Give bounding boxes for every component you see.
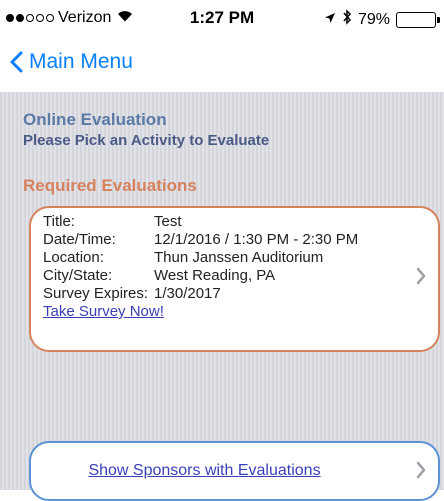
title-value: Test: [154, 213, 182, 230]
chevron-right-icon: [416, 459, 426, 485]
citystate-label: City/State:: [43, 267, 113, 284]
datetime-value: 12/1/2016 / 1:30 PM - 2:30 PM: [154, 231, 359, 248]
expires-label: Survey Expires:: [43, 285, 149, 302]
evaluation-details: Title: Test Date/Time: 12/1/2016 / 1:30 …: [43, 213, 358, 321]
title-label: Title:: [43, 213, 75, 230]
location-arrow-icon: [324, 11, 336, 29]
battery-percent: 79%: [357, 10, 390, 28]
navigation-bar: Main Menu: [0, 36, 444, 93]
evaluation-card[interactable]: Title: Test Date/Time: 12/1/2016 / 1:30 …: [29, 206, 440, 352]
content-area: Online Evaluation Please Pick an Activit…: [0, 92, 444, 501]
detail-row-location: Location: Thun Janssen Auditorium: [43, 249, 358, 267]
back-button[interactable]: Main Menu: [10, 50, 133, 74]
bluetooth-icon: [342, 9, 352, 30]
chevron-left-icon: [10, 51, 23, 73]
citystate-value: West Reading, PA: [154, 267, 276, 284]
location-label: Location:: [43, 249, 104, 266]
show-sponsors-button[interactable]: Show Sponsors with Evaluations: [29, 441, 440, 501]
show-sponsors-link[interactable]: Show Sponsors with Evaluations: [31, 462, 378, 480]
datetime-label: Date/Time:: [43, 231, 116, 248]
chevron-right-icon: [416, 265, 426, 291]
status-right: 79%: [324, 9, 440, 30]
status-bar: Verizon 1:27 PM 79%: [0, 0, 444, 36]
location-value: Thun Janssen Auditorium: [154, 249, 324, 266]
page-subtitle: Please Pick an Activity to Evaluate: [23, 132, 270, 149]
detail-row-expires: Survey Expires: 1/30/2017: [43, 285, 358, 303]
detail-row-datetime: Date/Time: 12/1/2016 / 1:30 PM - 2:30 PM: [43, 231, 358, 249]
page-title: Online Evaluation: [23, 110, 167, 129]
required-evaluations-heading: Required Evaluations: [23, 176, 197, 195]
battery-icon: [396, 11, 440, 28]
take-survey-link[interactable]: Take Survey Now!: [43, 303, 358, 321]
detail-row-title: Title: Test: [43, 213, 358, 231]
expires-value: 1/30/2017: [154, 285, 221, 302]
back-button-label: Main Menu: [29, 50, 133, 73]
detail-row-citystate: City/State: West Reading, PA: [43, 267, 358, 285]
